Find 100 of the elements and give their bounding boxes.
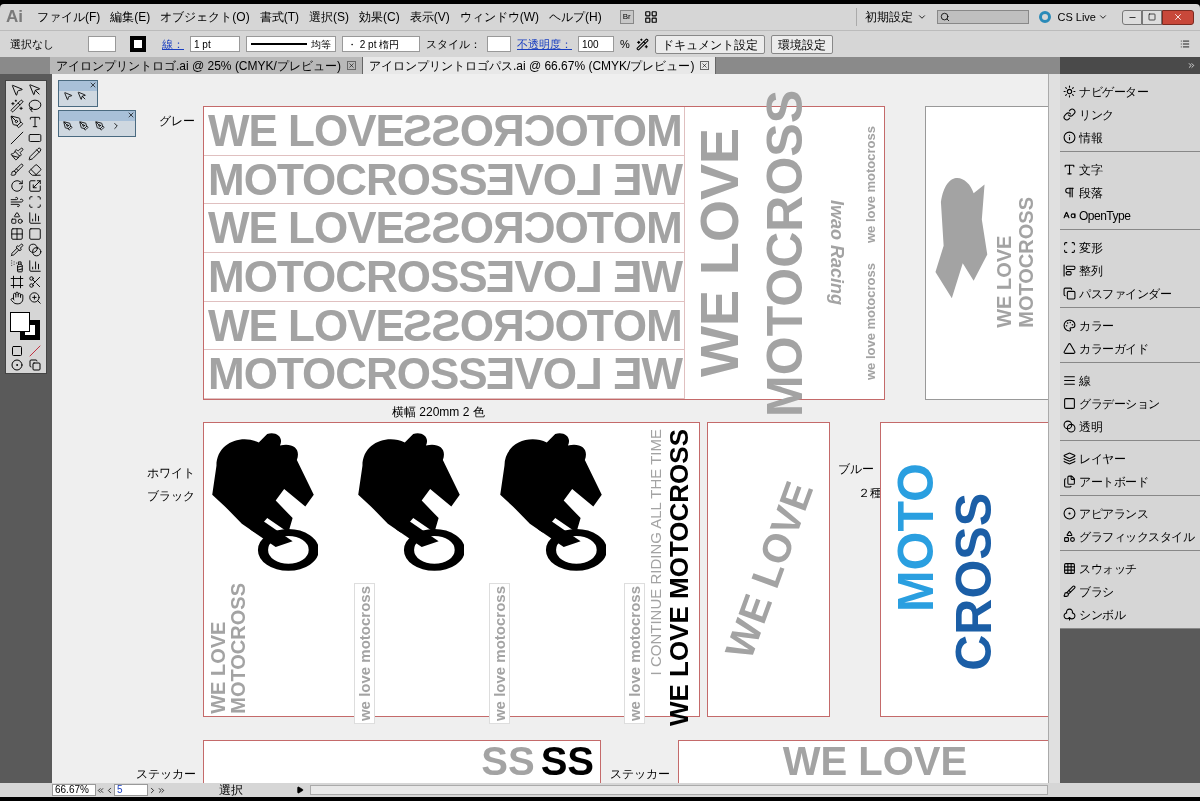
mesh-icon[interactable] [10, 227, 24, 241]
blend-icon[interactable] [28, 243, 42, 257]
panel-item[interactable]: カラーガイド [1060, 337, 1200, 360]
document-tab[interactable]: アイロンプリントロゴ.ai @ 25% (CMYK/プレビュー) [50, 57, 363, 74]
rotate-icon[interactable] [10, 179, 24, 193]
collapse-icon[interactable] [1187, 61, 1196, 70]
brush-select[interactable]: ・ 2 pt 楕円 [342, 36, 420, 52]
layout-icon[interactable] [643, 10, 658, 24]
stroke-link[interactable]: 線： [162, 35, 184, 53]
normal-mode-icon[interactable] [11, 345, 23, 357]
style-swatch[interactable] [487, 36, 511, 52]
toolbar-button[interactable]: 環境設定 [770, 34, 833, 54]
previous-artboard-icon[interactable] [105, 785, 114, 795]
stroke-swatch[interactable] [130, 36, 146, 52]
status-tool-menu[interactable]: 選択 [166, 784, 296, 796]
menu-item[interactable]: オブジェクト(O) [160, 8, 250, 26]
sparkle-icon[interactable] [635, 37, 649, 51]
vertical-scrollbar[interactable] [1048, 74, 1060, 783]
arrow-plus-icon[interactable] [77, 91, 87, 101]
first-artboard-icon[interactable] [96, 785, 105, 795]
paintbrush-icon[interactable] [10, 147, 24, 161]
search-field[interactable] [937, 10, 1030, 24]
shapes-icon[interactable] [10, 211, 24, 225]
minimize-button[interactable] [1122, 9, 1142, 25]
next-artboard-icon[interactable] [148, 785, 157, 795]
close-icon[interactable] [127, 111, 135, 119]
menu-item[interactable]: ファイル(F) [37, 8, 101, 26]
type-icon[interactable] [28, 115, 42, 129]
pen-minus-icon[interactable] [95, 121, 105, 131]
last-artboard-icon[interactable] [157, 785, 166, 795]
spray-can-icon[interactable] [10, 259, 24, 273]
zoom-icon[interactable] [28, 291, 42, 305]
transform-icon[interactable] [28, 195, 42, 209]
arrow-icon[interactable] [63, 91, 73, 101]
scissors-icon[interactable] [28, 275, 42, 289]
bar-chart-icon[interactable] [28, 211, 42, 225]
menu-item[interactable]: 編集(E) [110, 8, 151, 26]
maximize-button[interactable] [1142, 9, 1162, 25]
lasso-icon[interactable] [28, 99, 42, 113]
panel-item[interactable]: OpenType [1060, 204, 1200, 227]
panel-item[interactable]: ブラシ [1060, 580, 1200, 603]
panel-item[interactable]: グラデーション [1060, 392, 1200, 415]
brush-icon[interactable] [10, 163, 24, 177]
artboard-field[interactable]: 5 [114, 784, 148, 796]
menu-item[interactable]: ウィンドウ(W) [459, 8, 539, 26]
line-icon[interactable] [10, 131, 24, 145]
eyedropper-icon[interactable] [10, 243, 24, 257]
menu-item[interactable]: 効果(C) [359, 8, 400, 26]
eraser-icon[interactable] [28, 163, 42, 177]
panel-item[interactable]: 透明 [1060, 415, 1200, 438]
magic-wand-icon[interactable] [10, 99, 24, 113]
panel-item[interactable]: 整列 [1060, 259, 1200, 282]
panel-item[interactable]: スウォッチ [1060, 557, 1200, 580]
close-icon[interactable] [700, 61, 710, 70]
panel-menu-icon[interactable] [1180, 39, 1190, 49]
panel-item[interactable]: 変形 [1060, 236, 1200, 259]
direct-selection-icon[interactable] [28, 83, 42, 97]
close-icon[interactable] [346, 61, 356, 70]
none-icon[interactable] [29, 345, 41, 357]
workspace-switcher[interactable]: 初期設定 [856, 8, 928, 26]
stroke-weight-field[interactable]: 1 pt [190, 36, 240, 52]
panel-item[interactable]: パスファインダー [1060, 282, 1200, 305]
menu-item[interactable]: 書式(T) [259, 8, 299, 26]
pencil-icon[interactable] [28, 147, 42, 161]
screen-mode-icon[interactable] [29, 359, 41, 371]
menu-item[interactable]: 表示(V) [409, 8, 450, 26]
document-tab[interactable]: アイロンプリントロゴパス.ai @ 66.67% (CMYK/プレビュー) [362, 57, 717, 74]
panel-item[interactable]: 線 [1060, 369, 1200, 392]
bridge-button[interactable]: Br [619, 10, 634, 24]
gradient-icon[interactable] [28, 227, 42, 241]
panel-item[interactable]: グラフィックスタイル [1060, 525, 1200, 548]
zoom-field[interactable]: 66.67% [52, 784, 96, 796]
toolbar-button[interactable]: ドキュメント設定 [654, 34, 765, 54]
panel-item[interactable]: カラー [1060, 314, 1200, 337]
play-icon[interactable] [296, 786, 304, 794]
opacity-field[interactable]: 100 [578, 36, 614, 52]
hand-icon[interactable] [10, 291, 24, 305]
fill-swatch[interactable] [88, 36, 116, 52]
panel-item[interactable]: ナビゲーター [1060, 80, 1200, 103]
column-chart-icon[interactable] [28, 259, 42, 273]
warp-icon[interactable] [10, 195, 24, 209]
draw-mode-icon[interactable] [11, 359, 23, 371]
stroke-profile-select[interactable]: 均等 [246, 36, 336, 52]
artboard-icon[interactable] [10, 275, 24, 289]
pen-plus-icon[interactable] [79, 121, 89, 131]
panel-item[interactable]: アピアランス [1060, 502, 1200, 525]
panel-item[interactable]: 情報 [1060, 126, 1200, 149]
close-icon[interactable] [89, 81, 97, 89]
panel-item[interactable]: リンク [1060, 103, 1200, 126]
menu-item[interactable]: 選択(S) [309, 8, 349, 26]
scale-icon[interactable] [28, 179, 42, 193]
panel-item[interactable]: 文字 [1060, 158, 1200, 181]
cs-live-menu[interactable]: CS Live [1057, 8, 1108, 26]
panel-item[interactable]: レイヤー [1060, 447, 1200, 470]
panel-item[interactable]: アートボード [1060, 470, 1200, 493]
opacity-link[interactable]: 不透明度： [517, 35, 572, 53]
horizontal-scrollbar[interactable] [310, 785, 1048, 795]
close-button[interactable] [1162, 9, 1194, 25]
panel-item[interactable]: 段落 [1060, 181, 1200, 204]
pen-icon[interactable] [10, 115, 24, 129]
